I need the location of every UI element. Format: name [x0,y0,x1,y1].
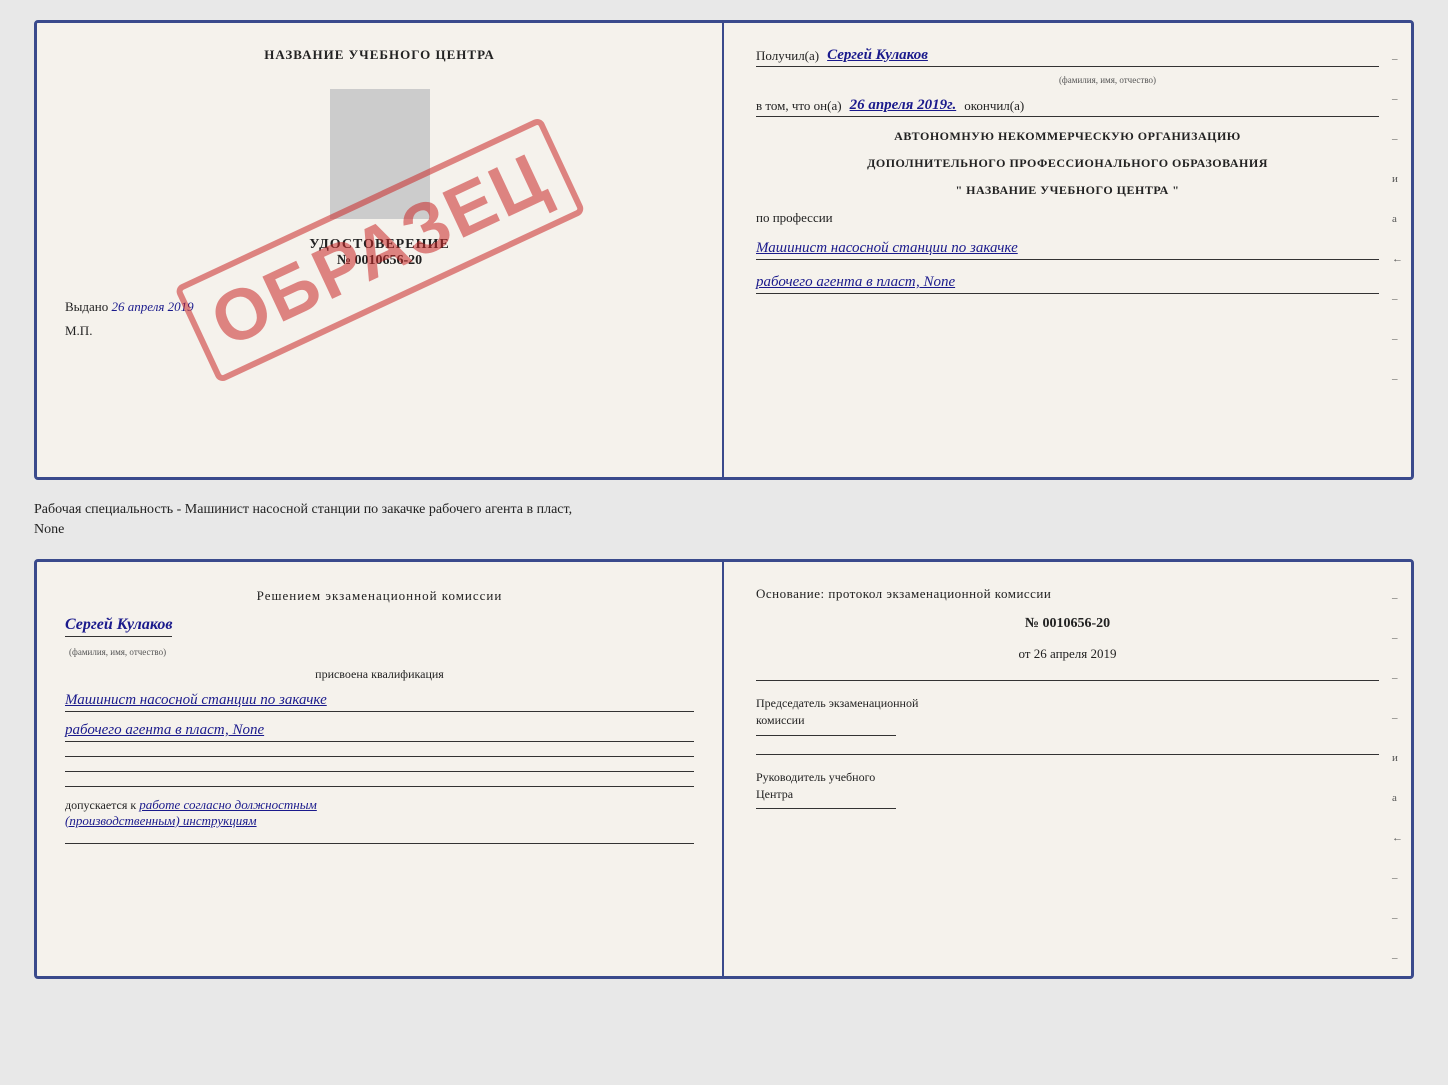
org-line2: ДОПОЛНИТЕЛЬНОГО ПРОФЕССИОНАЛЬНОГО ОБРАЗО… [756,156,1379,171]
допускается-block: допускается к работе согласно должностны… [65,797,694,829]
vydano-line: Выдано 26 апреля 2019 [65,299,194,315]
osnov-title: Основание: протокол экзаменационной коми… [756,586,1379,602]
допускается-label: допускается к [65,798,136,812]
org-line1: АВТОНОМНУЮ НЕКОММЕРЧЕСКУЮ ОРГАНИЗАЦИЮ [756,129,1379,144]
po-professii-label: по профессии [756,210,833,225]
org-line3: " НАЗВАНИЕ УЧЕБНОГО ЦЕНТРА " [756,183,1379,198]
допускается-value: работе согласно должностным [139,797,317,812]
photo-placeholder [330,89,430,219]
predsedatel-sign-line [756,735,896,736]
right-divider2 [756,754,1379,755]
predsedatel-label: Председатель экзаменационной комиссии [756,695,1379,729]
side-decorations: – – – и а ← – – – [1392,53,1403,385]
po-professii: по профессии [756,210,1379,226]
predsedatel-block: Председатель экзаменационной комиссии [756,695,1379,736]
poluchil-sublabel: (фамилия, имя, отчество) [836,75,1379,85]
udost-label: УДОСТОВЕРЕНИЕ [309,237,449,253]
udost-block: УДОСТОВЕРЕНИЕ № 0010656-20 [309,237,449,269]
top-right-panel: Получил(а) Сергей Кулаков (фамилия, имя,… [724,23,1411,477]
vydano-date: 26 апреля 2019 [112,299,194,314]
subtitle-line2: None [34,522,64,537]
bottom-name-block: Сергей Кулаков [65,616,694,637]
divider3 [65,786,694,787]
date-value: 26 апреля 2019 [1034,646,1117,661]
subtitle-line1: Рабочая специальность - Машинист насосно… [34,502,572,517]
poluchil-label: Получил(а) [756,48,819,64]
profession-line1: Машинист насосной станции по закачке [756,240,1379,260]
top-certificate: НАЗВАНИЕ УЧЕБНОГО ЦЕНТРА УДОСТОВЕРЕНИЕ №… [34,20,1414,480]
date-prefix: от [1018,646,1030,661]
bottom-left-panel: Решением экзаменационной комиссии Сергей… [37,562,724,976]
top-left-title: НАЗВАНИЕ УЧЕБНОГО ЦЕНТРА [264,47,495,63]
bottom-certificate: Решением экзаменационной комиссии Сергей… [34,559,1414,979]
vtom-field: в том, что он(а) 26 апреля 2019г. окончи… [756,97,1379,117]
rukovoditel-sign-line [756,808,896,809]
okonchil-label: окончил(а) [964,98,1024,114]
divider1 [65,756,694,757]
bottom-name-sublabel: (фамилия, имя, отчество) [69,647,694,657]
bottom-profession-line2: рабочего агента в пласт, None [65,722,694,742]
rukovoditel-block: Руководитель учебного Центра [756,769,1379,810]
prisvoena-label: присвоена квалификация [65,667,694,682]
protokol-date: от 26 апреля 2019 [756,646,1379,662]
subtitle-text: Рабочая специальность - Машинист насосно… [34,496,1414,543]
допускается-value2: (производственным) инструкциям [65,813,694,829]
protokol-number: № 0010656-20 [756,616,1379,632]
vydano-label: Выдано [65,299,108,314]
vtom-label: в том, что он(а) [756,98,842,114]
divider4 [65,843,694,844]
rukovoditel-label: Руководитель учебного Центра [756,769,1379,803]
poluchil-field: Получил(а) Сергей Кулаков [756,47,1379,67]
top-left-panel: НАЗВАНИЕ УЧЕБНОГО ЦЕНТРА УДОСТОВЕРЕНИЕ №… [37,23,724,477]
vtom-date: 26 апреля 2019г. [850,97,957,114]
bottom-profession-line1: Машинист насосной станции по закачке [65,692,694,712]
bottom-right-panel: Основание: протокол экзаменационной коми… [724,562,1411,976]
resheniem-title: Решением экзаменационной комиссии [65,586,694,606]
bottom-side-decorations: – – – – и а ← – – – – [1392,592,1403,979]
right-divider1 [756,680,1379,681]
divider2 [65,771,694,772]
profession-line2: рабочего агента в пласт, None [756,274,1379,294]
bottom-name-value: Сергей Кулаков [65,616,172,637]
mp-line: М.П. [65,323,92,339]
poluchil-value: Сергей Кулаков [827,47,928,64]
udost-number: № 0010656-20 [309,253,449,269]
